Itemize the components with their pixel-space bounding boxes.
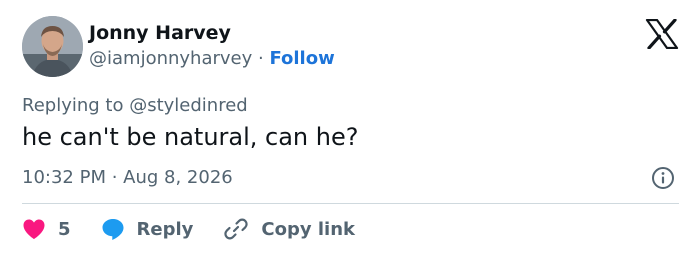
- replying-to[interactable]: Replying to @styledinred: [22, 95, 248, 116]
- reply-label: Reply: [136, 218, 194, 240]
- x-logo-icon[interactable]: [645, 19, 679, 49]
- like-button[interactable]: 5: [22, 218, 71, 240]
- display-name[interactable]: Jonny Harvey: [89, 22, 231, 44]
- like-count: 5: [58, 218, 71, 240]
- handle-separator: ·: [258, 48, 270, 69]
- tweet-time: 10:32 PM: [22, 167, 106, 188]
- user-handle[interactable]: @iamjonnyharvey: [89, 48, 252, 69]
- handle-row: @iamjonnyharvey · Follow: [89, 48, 335, 69]
- timestamp-separator: ·: [111, 167, 124, 188]
- heart-icon: [23, 219, 45, 239]
- info-icon[interactable]: [651, 166, 675, 190]
- action-bar: 5 Reply Copy link: [22, 215, 355, 243]
- tweet-text: he can't be natural, can he?: [22, 123, 359, 151]
- tweet-date: Aug 8, 2026: [123, 167, 233, 188]
- copy-link-button[interactable]: Copy link: [223, 216, 355, 242]
- copy-link-label: Copy link: [261, 218, 355, 240]
- reply-button[interactable]: Reply: [101, 217, 194, 241]
- timestamp-row[interactable]: 10:32 PM · Aug 8, 2026: [22, 167, 233, 188]
- speech-bubble-icon: [102, 219, 124, 240]
- follow-button[interactable]: Follow: [269, 48, 334, 69]
- link-icon: [224, 218, 249, 240]
- avatar-image: [22, 16, 83, 77]
- avatar[interactable]: [22, 16, 83, 77]
- tweet-card: Jonny Harvey @iamjonnyharvey · Follow Re…: [0, 0, 700, 256]
- divider: [22, 203, 679, 204]
